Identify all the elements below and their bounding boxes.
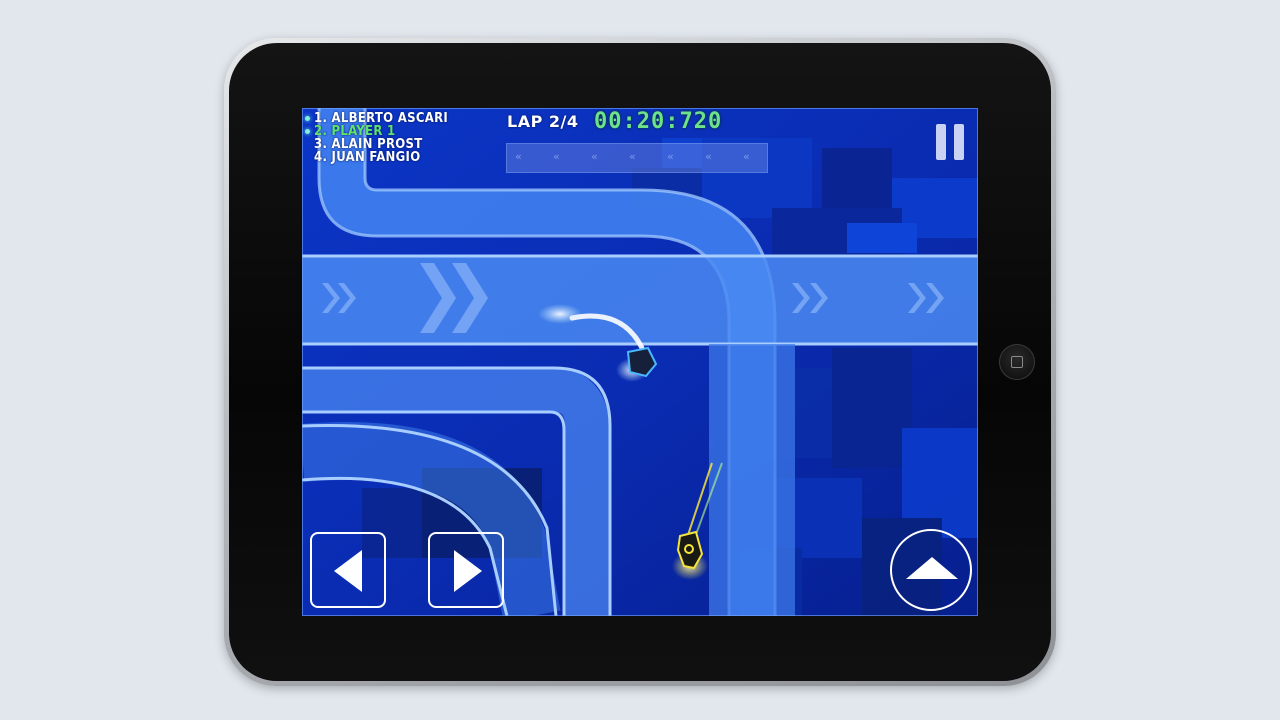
track-straight — [302, 256, 978, 344]
rank-dot-icon — [305, 129, 310, 134]
race-standings: 1. ALBERTO ASCARI 2. PLAYER 1 3. ALAIN P… — [305, 112, 448, 165]
home-square-icon — [1011, 356, 1023, 368]
game-screen[interactable]: 1. ALBERTO ASCARI 2. PLAYER 1 3. ALAIN P… — [302, 108, 978, 616]
progress-arrow: « — [591, 150, 598, 163]
accelerate-button[interactable] — [890, 529, 972, 611]
standing-2-player: 2. PLAYER 1 — [305, 125, 448, 138]
race-track-scene — [302, 108, 978, 616]
track-vertical — [709, 344, 795, 616]
home-button[interactable] — [999, 344, 1035, 380]
arrow-up-icon — [906, 557, 958, 579]
arrow-right-icon — [454, 550, 482, 592]
race-timer: 00:20:720 — [594, 109, 723, 134]
progress-arrow: « — [705, 150, 712, 163]
progress-arrow: « — [553, 150, 560, 163]
progress-arrow: « — [667, 150, 674, 163]
standing-4: 4. JUAN FANGIO — [314, 150, 421, 165]
progress-arrow: « — [629, 150, 636, 163]
steer-right-button[interactable] — [428, 532, 504, 608]
pause-button[interactable] — [930, 120, 970, 164]
steer-left-button[interactable] — [310, 532, 386, 608]
rank-dot-icon — [305, 116, 310, 121]
race-progress-bar: « « « « « « « — [506, 143, 768, 173]
progress-arrow: « — [743, 150, 750, 163]
arrow-left-icon — [334, 550, 362, 592]
lap-counter: LAP 2/4 — [507, 112, 579, 131]
progress-arrow: « — [515, 150, 522, 163]
